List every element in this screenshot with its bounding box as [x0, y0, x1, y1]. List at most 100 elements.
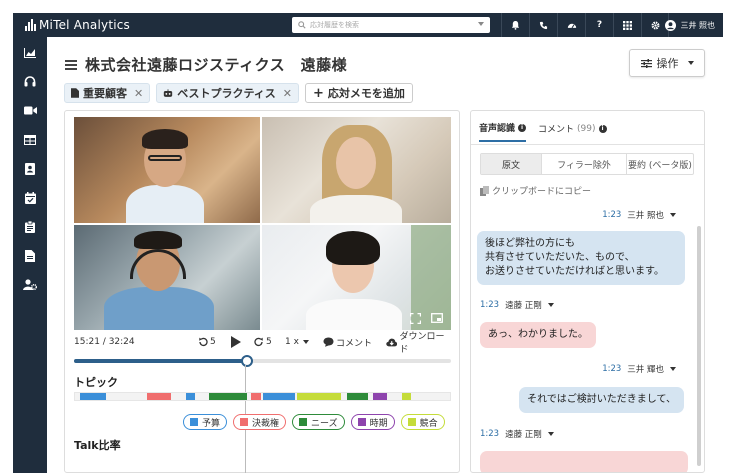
transcript-panel: 音声認識 i コメント (99) i 原文 フィラー除外 要約 (ベータ版) クリップ… [470, 110, 705, 473]
copy-icon [480, 185, 489, 196]
tag-label: 重要顧客 [83, 87, 127, 100]
topic-segment[interactable] [147, 393, 171, 400]
legend-competitor[interactable]: 競合 [400, 414, 445, 430]
chevron-down-icon[interactable] [547, 432, 554, 436]
sidebar-item-calls[interactable] [13, 67, 47, 96]
sidebar-item-analytics[interactable] [13, 38, 47, 67]
chevron-down-icon[interactable] [547, 303, 554, 307]
operations-label: 操作 [656, 57, 679, 70]
avatar-icon [665, 19, 677, 31]
topic-segment[interactable] [209, 393, 247, 400]
comment-button[interactable]: コメント [323, 336, 372, 349]
sidebar-item-calendar[interactable] [13, 183, 47, 212]
help-icon[interactable]: ? [585, 13, 613, 37]
play-icon [231, 336, 241, 348]
chart-icon [24, 47, 36, 58]
download-button[interactable]: ダウンロード [386, 329, 451, 355]
message-bubble: 後ほど弊社の方にも 共有させていただいた、もので、 お送りさせていただければと思… [477, 231, 685, 285]
legend-timing[interactable]: 時期 [350, 414, 395, 430]
message-bubble: それではご検討いただきまして、 [519, 387, 684, 413]
playback-time: 15:21 / 32:24 [74, 337, 135, 347]
search-box[interactable] [292, 17, 490, 33]
grid-icon[interactable] [613, 13, 641, 37]
message-timestamp[interactable]: 1:23 [480, 300, 499, 310]
search-input[interactable] [310, 21, 470, 29]
progress-handle[interactable] [241, 355, 254, 367]
speed-selector[interactable]: 1 x [285, 337, 309, 347]
legend-needs[interactable]: ニーズ [292, 414, 345, 430]
logo-text: MiTel Analytics [39, 18, 131, 32]
rewind-button[interactable]: 5 [198, 337, 216, 347]
topic-segment[interactable] [402, 393, 411, 400]
bell-icon[interactable] [501, 13, 529, 37]
forward-button[interactable]: 5 [254, 337, 272, 347]
topic-segment[interactable] [373, 393, 387, 400]
sidebar-item-video[interactable] [13, 96, 47, 125]
mode-filler-removed[interactable]: フィラー除外 [542, 154, 627, 174]
info-icon: i [598, 124, 607, 133]
message-header: 1:23 三井 照也 [602, 209, 676, 221]
message-timestamp[interactable]: 1:23 [602, 210, 621, 220]
tag-important-customer[interactable]: 重要顧客 ✕ [64, 83, 151, 103]
chevron-down-icon[interactable] [670, 367, 676, 371]
fullscreen-icon[interactable] [410, 313, 421, 324]
copy-to-clipboard-button[interactable]: クリップボードにコピー [480, 184, 591, 197]
mode-summary[interactable]: 要約 (ベータ版) [627, 154, 693, 174]
app-logo[interactable]: MiTel Analytics [25, 18, 130, 32]
menu-icon[interactable] [65, 59, 77, 70]
robot-icon [164, 88, 173, 97]
close-icon[interactable]: ✕ [134, 87, 143, 100]
sidebar-item-table[interactable] [13, 125, 47, 154]
topics-title: トピック [74, 376, 118, 389]
message-bubble [480, 451, 688, 472]
phone-icon[interactable] [529, 13, 557, 37]
play-button[interactable] [231, 336, 241, 348]
dashboard-icon[interactable] [557, 13, 585, 37]
chevron-down-icon[interactable] [670, 213, 676, 217]
topic-segment[interactable] [347, 393, 368, 400]
info-icon: i [518, 123, 527, 132]
topic-segment[interactable] [297, 393, 341, 400]
contact-icon [25, 162, 35, 175]
sidebar-item-documents[interactable] [13, 241, 47, 270]
progress-fill [74, 359, 248, 363]
speaker-name: 遠藤 正剛 [505, 301, 542, 311]
legend-authority[interactable]: 決裁権 [233, 414, 287, 430]
tab-speech-recognition[interactable]: 音声認識 i [479, 121, 527, 142]
legend-budget[interactable]: 予算 [183, 414, 228, 430]
topic-timeline[interactable] [74, 392, 451, 401]
scrollbar[interactable] [697, 226, 701, 466]
sidebar-item-contacts[interactable] [13, 154, 47, 183]
transcript-mode-selector: 原文 フィラー除外 要約 (ベータ版) [480, 153, 694, 175]
speaker-name: 遠藤 正剛 [505, 430, 542, 440]
forward-icon [254, 337, 263, 347]
playback-progress-bar[interactable] [74, 355, 451, 367]
talk-ratio-title: Talk比率 [74, 439, 121, 452]
chevron-down-icon[interactable] [478, 22, 484, 26]
topic-segment[interactable] [251, 393, 261, 400]
topic-legend: 予算 決裁権 ニーズ 時期 競合 [183, 414, 445, 430]
tab-comments[interactable]: コメント (99) i [538, 121, 607, 142]
message-timestamp[interactable]: 1:23 [602, 364, 621, 374]
operations-button[interactable]: 操作 [629, 49, 705, 77]
player-controls: 15:21 / 32:24 5 5 1 x コメント ダウンロード [74, 332, 451, 355]
sidebar-item-tasks[interactable] [13, 212, 47, 241]
message-timestamp[interactable]: 1:23 [480, 429, 499, 439]
close-icon[interactable]: ✕ [283, 87, 292, 100]
document-icon [71, 88, 79, 98]
picture-in-picture-icon[interactable] [431, 313, 443, 323]
sidebar-item-user-settings[interactable] [13, 270, 47, 299]
search-icon [298, 21, 306, 29]
tag-best-practice[interactable]: ベストプラクティス ✕ [156, 83, 299, 103]
video-player[interactable] [74, 117, 451, 330]
user-menu[interactable]: 三井 照也 [665, 13, 715, 37]
table-icon [24, 134, 36, 145]
headset-icon [24, 76, 36, 87]
topic-segment[interactable] [263, 393, 295, 400]
add-memo-button[interactable]: + 応対メモを追加 [305, 83, 413, 103]
topic-segment[interactable] [80, 393, 106, 400]
topic-segment[interactable] [186, 393, 195, 400]
mode-original[interactable]: 原文 [481, 154, 542, 174]
calendar-icon [24, 191, 36, 204]
logo-icon [25, 19, 36, 31]
